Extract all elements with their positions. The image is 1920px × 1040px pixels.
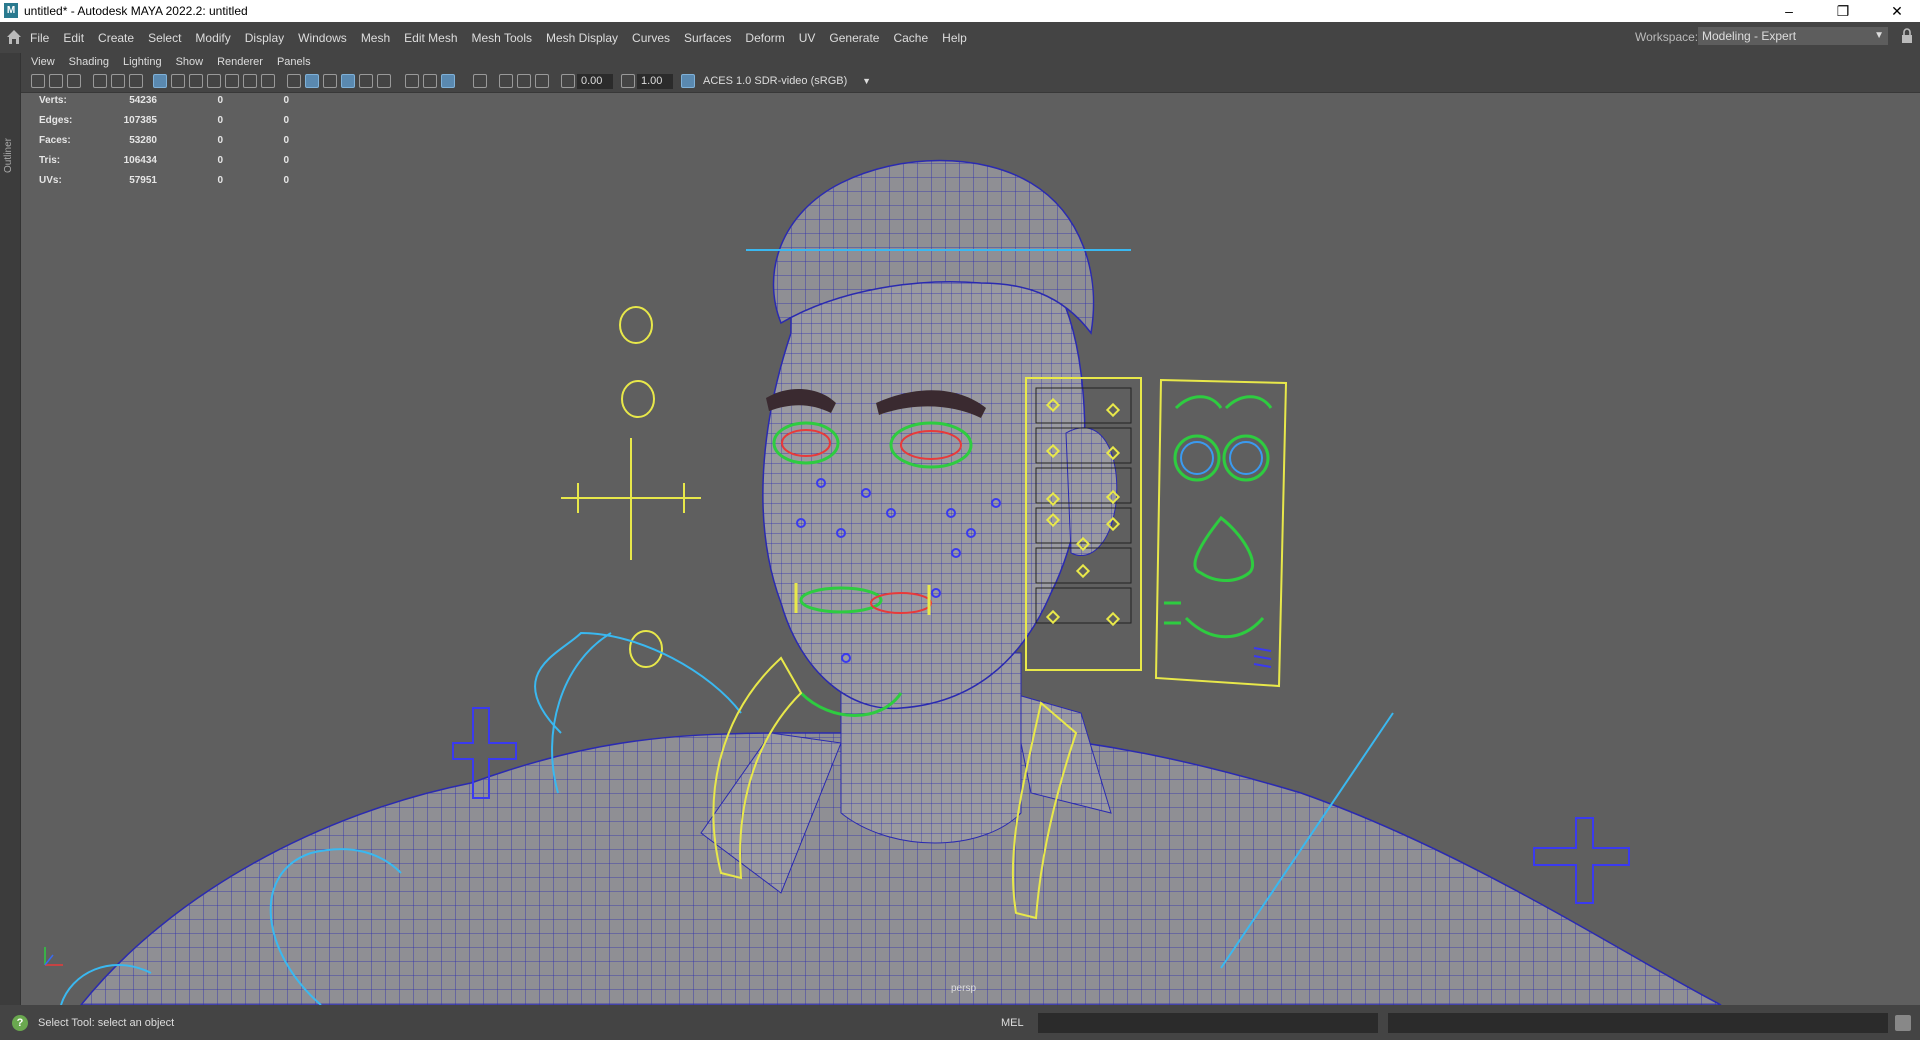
lock-icon[interactable] — [1900, 28, 1914, 44]
menu-uv[interactable]: UV — [799, 31, 816, 45]
workspace-dropdown[interactable]: Modeling - Expert ▼ — [1698, 27, 1888, 45]
ambient-occlusion-icon[interactable] — [423, 74, 437, 88]
camera-attributes-icon[interactable] — [49, 74, 63, 88]
scene-canvas[interactable] — [21, 93, 1920, 1005]
menu-list: File Edit Create Select Modify Display W… — [30, 22, 981, 53]
script-language-toggle[interactable]: MEL — [1001, 1017, 1024, 1029]
gamma-icon[interactable] — [621, 74, 635, 88]
menu-windows[interactable]: Windows — [298, 31, 347, 45]
ctrl-cross-right-shoulder[interactable] — [1533, 817, 1630, 904]
default-material-icon[interactable] — [323, 74, 337, 88]
film-gate-icon[interactable] — [171, 74, 185, 88]
panel-menu-shading[interactable]: Shading — [69, 56, 109, 68]
safe-title-icon[interactable] — [261, 74, 275, 88]
isolate-select-icon[interactable] — [473, 74, 487, 88]
menu-surfaces[interactable]: Surfaces — [684, 31, 731, 45]
wireframe-on-shaded-icon[interactable] — [341, 74, 355, 88]
panel-menu-renderer[interactable]: Renderer — [217, 56, 263, 68]
ear-mesh[interactable] — [1065, 427, 1118, 556]
gate-mask-icon[interactable] — [207, 74, 221, 88]
menu-edit[interactable]: Edit — [63, 31, 84, 45]
menu-cache[interactable]: Cache — [893, 31, 928, 45]
menu-mesh-tools[interactable]: Mesh Tools — [472, 31, 532, 45]
menu-create[interactable]: Create — [98, 31, 134, 45]
antialiasing-icon[interactable] — [441, 74, 455, 88]
menu-edit-mesh[interactable]: Edit Mesh — [404, 31, 457, 45]
ctrl-cross-eye-target[interactable] — [561, 438, 701, 560]
panel-menu-view[interactable]: View — [31, 56, 55, 68]
script-editor-icon[interactable] — [1895, 1015, 1911, 1031]
panel-menu-bar: View Shading Lighting Show Renderer Pane… — [21, 53, 1920, 71]
outliner-tab[interactable]: Outliner — [3, 113, 17, 173]
image-plane-icon[interactable] — [93, 74, 107, 88]
smooth-shade-icon[interactable] — [305, 74, 319, 88]
exposure-field[interactable]: 0.00 — [577, 74, 613, 89]
status-bar: ? Select Tool: select an object MEL — [0, 1005, 1920, 1040]
menu-select[interactable]: Select — [148, 31, 181, 45]
exposure-icon[interactable] — [561, 74, 575, 88]
chevron-down-icon: ▼ — [1874, 30, 1884, 41]
command-result-field — [1388, 1013, 1888, 1033]
axis-gizmo-icon — [44, 947, 63, 966]
menu-file[interactable]: File — [30, 31, 49, 45]
camera-label: persp — [951, 983, 977, 994]
command-line-input[interactable] — [1038, 1013, 1378, 1033]
main-menu-bar: File Edit Create Select Modify Display W… — [0, 22, 1920, 53]
help-line-text: Select Tool: select an object — [38, 1017, 175, 1029]
field-chart-icon[interactable] — [225, 74, 239, 88]
maya-app-icon: M — [4, 3, 18, 18]
view-transform-dropdown[interactable]: ACES 1.0 SDR-video (sRGB) ▼ — [699, 74, 875, 89]
backface-culling-icon[interactable] — [535, 74, 549, 88]
window-title: untitled* - Autodesk MAYA 2022.2: untitl… — [24, 4, 248, 18]
menu-display[interactable]: Display — [245, 31, 284, 45]
chevron-down-icon: ▼ — [862, 76, 871, 86]
2d-pan-zoom-icon[interactable] — [111, 74, 125, 88]
panel-menu-show[interactable]: Show — [176, 56, 204, 68]
menu-curves[interactable]: Curves — [632, 31, 670, 45]
wireframe-icon[interactable] — [287, 74, 301, 88]
panel-menu-lighting[interactable]: Lighting — [123, 56, 162, 68]
gamma-field[interactable]: 1.00 — [637, 74, 673, 89]
title-bar: M untitled* - Autodesk MAYA 2022.2: unti… — [0, 0, 1920, 22]
panel-toolbar: 0.00 1.00 ACES 1.0 SDR-video (sRGB) ▼ — [21, 71, 1920, 93]
textured-icon[interactable] — [359, 74, 373, 88]
menu-help[interactable]: Help — [942, 31, 967, 45]
grid-toggle-icon[interactable] — [153, 74, 167, 88]
home-icon[interactable] — [5, 28, 23, 46]
menu-mesh-display[interactable]: Mesh Display — [546, 31, 618, 45]
lights-icon[interactable] — [377, 74, 391, 88]
safe-action-icon[interactable] — [243, 74, 257, 88]
grease-pencil-icon[interactable] — [129, 74, 143, 88]
xray-icon[interactable] — [499, 74, 513, 88]
color-management-icon[interactable] — [681, 74, 695, 88]
resolution-gate-icon[interactable] — [189, 74, 203, 88]
help-icon: ? — [12, 1015, 28, 1031]
bookmark-icon[interactable] — [67, 74, 81, 88]
viewport-panel[interactable]: View Shading Lighting Show Renderer Pane… — [20, 53, 1920, 1005]
facial-gui-panel[interactable] — [1154, 378, 1288, 688]
camera-select-icon[interactable] — [31, 74, 45, 88]
xray-joints-icon[interactable] — [517, 74, 531, 88]
close-button[interactable]: ✕ — [1874, 0, 1920, 22]
view-transform-value: ACES 1.0 SDR-video (sRGB) — [703, 75, 848, 87]
shadows-icon[interactable] — [405, 74, 419, 88]
menu-mesh[interactable]: Mesh — [361, 31, 390, 45]
menu-modify[interactable]: Modify — [195, 31, 230, 45]
ctrl-ring-middle[interactable] — [621, 380, 655, 418]
workspace-value: Modeling - Expert — [1702, 29, 1797, 43]
minimize-button[interactable]: – — [1766, 0, 1812, 22]
ctrl-ring-neck[interactable] — [629, 630, 663, 668]
left-tool-strip: Outliner — [0, 53, 20, 1005]
menu-generate[interactable]: Generate — [829, 31, 879, 45]
workspace-label: Workspace: — [1635, 30, 1699, 44]
menu-deform[interactable]: Deform — [745, 31, 784, 45]
panel-menu-panels[interactable]: Panels — [277, 56, 311, 68]
ctrl-ring-top[interactable] — [619, 306, 653, 344]
maximize-button[interactable]: ❐ — [1820, 0, 1866, 22]
